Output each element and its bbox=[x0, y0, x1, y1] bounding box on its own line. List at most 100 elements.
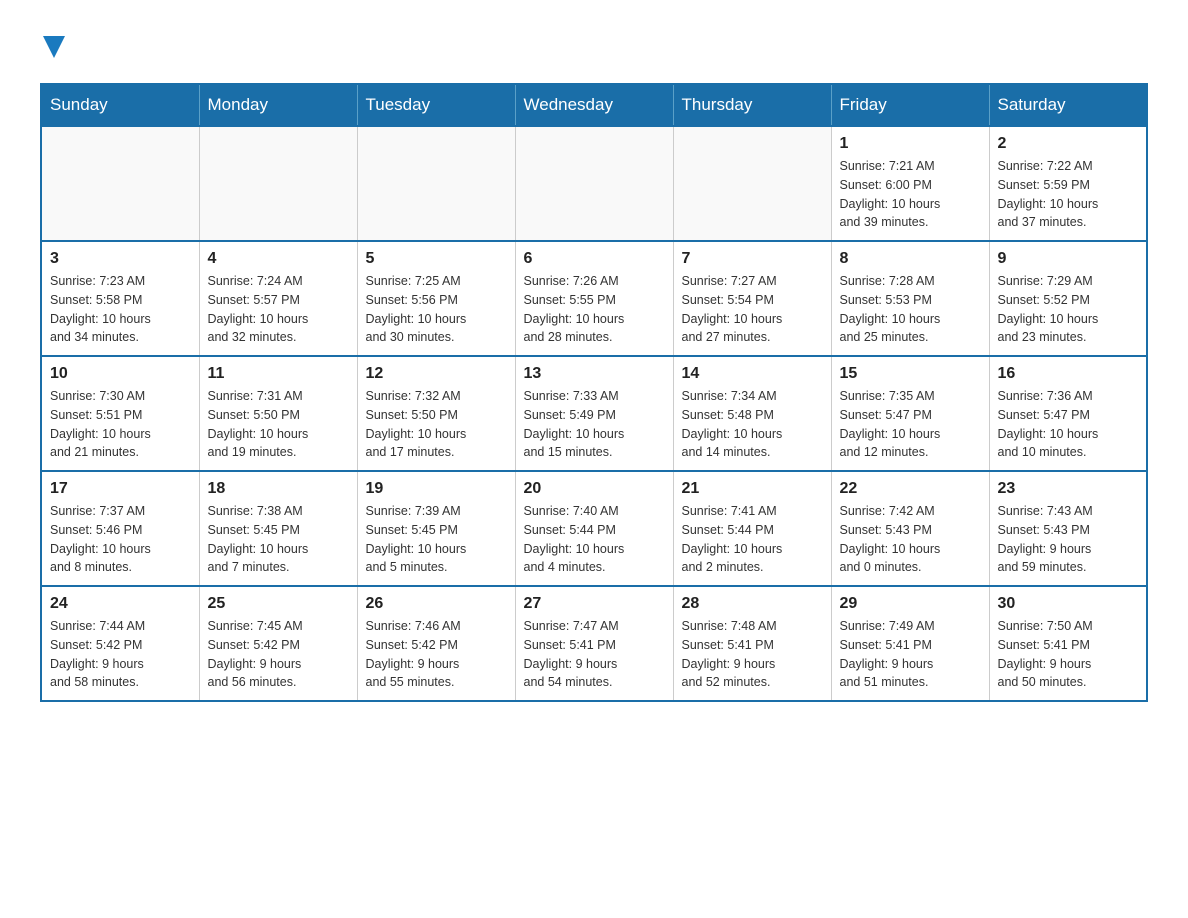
day-info: Sunrise: 7:39 AMSunset: 5:45 PMDaylight:… bbox=[366, 502, 507, 577]
calendar-cell: 30 Sunrise: 7:50 AMSunset: 5:41 PMDayligh… bbox=[989, 586, 1147, 701]
calendar-cell: 18Sunrise: 7:38 AMSunset: 5:45 PMDayligh… bbox=[199, 471, 357, 586]
day-number: 26 bbox=[366, 595, 507, 613]
day-number: 19 bbox=[366, 480, 507, 498]
calendar-cell: 2 Sunrise: 7:22 AMSunset: 5:59 PMDaylight… bbox=[989, 126, 1147, 241]
page-header bbox=[40, 30, 1148, 63]
day-info: Sunrise: 7:21 AMSunset: 6:00 PMDaylight:… bbox=[840, 157, 981, 232]
day-number: 14 bbox=[682, 365, 823, 383]
calendar-cell: 23 Sunrise: 7:43 AMSunset: 5:43 PMDayligh… bbox=[989, 471, 1147, 586]
calendar-cell bbox=[673, 126, 831, 241]
day-number: 17 bbox=[50, 480, 191, 498]
day-info: Sunrise: 7:23 AMSunset: 5:58 PMDaylight:… bbox=[50, 272, 191, 347]
calendar-table: SundayMondayTuesdayWednesdayThursdayFrid… bbox=[40, 83, 1148, 702]
day-number: 20 bbox=[524, 480, 665, 498]
calendar-cell: 5 Sunrise: 7:25 AMSunset: 5:56 PMDaylight… bbox=[357, 241, 515, 356]
day-number: 29 bbox=[840, 595, 981, 613]
calendar-cell: 27 Sunrise: 7:47 AMSunset: 5:41 PMDayligh… bbox=[515, 586, 673, 701]
day-info: Sunrise: 7:32 AMSunset: 5:50 PMDaylight:… bbox=[366, 387, 507, 462]
calendar-cell: 11Sunrise: 7:31 AMSunset: 5:50 PMDayligh… bbox=[199, 356, 357, 471]
day-number: 18 bbox=[208, 480, 349, 498]
day-number: 10 bbox=[50, 365, 191, 383]
day-number: 1 bbox=[840, 135, 981, 153]
day-number: 3 bbox=[50, 250, 191, 268]
day-info: Sunrise: 7:40 AMSunset: 5:44 PMDaylight:… bbox=[524, 502, 665, 577]
calendar-cell: 3 Sunrise: 7:23 AMSunset: 5:58 PMDaylight… bbox=[41, 241, 199, 356]
calendar-cell: 17 Sunrise: 7:37 AMSunset: 5:46 PMDayligh… bbox=[41, 471, 199, 586]
day-info: Sunrise: 7:33 AMSunset: 5:49 PMDaylight:… bbox=[524, 387, 665, 462]
week-row-0: 1 Sunrise: 7:21 AMSunset: 6:00 PMDaylight… bbox=[41, 126, 1147, 241]
calendar-cell: 7 Sunrise: 7:27 AMSunset: 5:54 PMDaylight… bbox=[673, 241, 831, 356]
logo-arrow-icon bbox=[43, 30, 65, 63]
header-thursday: Thursday bbox=[673, 84, 831, 126]
day-number: 5 bbox=[366, 250, 507, 268]
day-number: 22 bbox=[840, 480, 981, 498]
day-info: Sunrise: 7:46 AMSunset: 5:42 PMDaylight:… bbox=[366, 617, 507, 692]
header-sunday: Sunday bbox=[41, 84, 199, 126]
calendar-cell: 19 Sunrise: 7:39 AMSunset: 5:45 PMDayligh… bbox=[357, 471, 515, 586]
day-number: 16 bbox=[998, 365, 1139, 383]
calendar-cell: 4 Sunrise: 7:24 AMSunset: 5:57 PMDaylight… bbox=[199, 241, 357, 356]
header-tuesday: Tuesday bbox=[357, 84, 515, 126]
day-number: 2 bbox=[998, 135, 1139, 153]
day-number: 23 bbox=[998, 480, 1139, 498]
day-number: 21 bbox=[682, 480, 823, 498]
day-number: 4 bbox=[208, 250, 349, 268]
day-info: Sunrise: 7:42 AMSunset: 5:43 PMDaylight:… bbox=[840, 502, 981, 577]
calendar-cell bbox=[199, 126, 357, 241]
logo bbox=[40, 30, 65, 63]
day-info: Sunrise: 7:29 AMSunset: 5:52 PMDaylight:… bbox=[998, 272, 1139, 347]
day-info: Sunrise: 7:41 AMSunset: 5:44 PMDaylight:… bbox=[682, 502, 823, 577]
header-friday: Friday bbox=[831, 84, 989, 126]
day-number: 13 bbox=[524, 365, 665, 383]
day-number: 24 bbox=[50, 595, 191, 613]
header-saturday: Saturday bbox=[989, 84, 1147, 126]
calendar-cell: 16 Sunrise: 7:36 AMSunset: 5:47 PMDayligh… bbox=[989, 356, 1147, 471]
day-info: Sunrise: 7:35 AMSunset: 5:47 PMDaylight:… bbox=[840, 387, 981, 462]
day-info: Sunrise: 7:50 AMSunset: 5:41 PMDaylight:… bbox=[998, 617, 1139, 692]
calendar-cell bbox=[357, 126, 515, 241]
calendar-header-row: SundayMondayTuesdayWednesdayThursdayFrid… bbox=[41, 84, 1147, 126]
calendar-cell: 8Sunrise: 7:28 AMSunset: 5:53 PMDaylight… bbox=[831, 241, 989, 356]
calendar-cell: 1 Sunrise: 7:21 AMSunset: 6:00 PMDaylight… bbox=[831, 126, 989, 241]
day-number: 28 bbox=[682, 595, 823, 613]
day-number: 9 bbox=[998, 250, 1139, 268]
calendar-cell: 26 Sunrise: 7:46 AMSunset: 5:42 PMDayligh… bbox=[357, 586, 515, 701]
calendar-cell: 9 Sunrise: 7:29 AMSunset: 5:52 PMDaylight… bbox=[989, 241, 1147, 356]
day-info: Sunrise: 7:47 AMSunset: 5:41 PMDaylight:… bbox=[524, 617, 665, 692]
week-row-3: 17 Sunrise: 7:37 AMSunset: 5:46 PMDayligh… bbox=[41, 471, 1147, 586]
day-info: Sunrise: 7:36 AMSunset: 5:47 PMDaylight:… bbox=[998, 387, 1139, 462]
calendar-cell: 14 Sunrise: 7:34 AMSunset: 5:48 PMDayligh… bbox=[673, 356, 831, 471]
day-number: 15 bbox=[840, 365, 981, 383]
day-info: Sunrise: 7:30 AMSunset: 5:51 PMDaylight:… bbox=[50, 387, 191, 462]
calendar-cell: 13 Sunrise: 7:33 AMSunset: 5:49 PMDayligh… bbox=[515, 356, 673, 471]
day-number: 27 bbox=[524, 595, 665, 613]
day-info: Sunrise: 7:24 AMSunset: 5:57 PMDaylight:… bbox=[208, 272, 349, 347]
day-info: Sunrise: 7:22 AMSunset: 5:59 PMDaylight:… bbox=[998, 157, 1139, 232]
header-monday: Monday bbox=[199, 84, 357, 126]
calendar-cell: 25 Sunrise: 7:45 AMSunset: 5:42 PMDayligh… bbox=[199, 586, 357, 701]
calendar-cell: 22 Sunrise: 7:42 AMSunset: 5:43 PMDayligh… bbox=[831, 471, 989, 586]
day-info: Sunrise: 7:34 AMSunset: 5:48 PMDaylight:… bbox=[682, 387, 823, 462]
calendar-cell bbox=[515, 126, 673, 241]
day-number: 30 bbox=[998, 595, 1139, 613]
calendar-cell: 15 Sunrise: 7:35 AMSunset: 5:47 PMDayligh… bbox=[831, 356, 989, 471]
day-info: Sunrise: 7:25 AMSunset: 5:56 PMDaylight:… bbox=[366, 272, 507, 347]
day-info: Sunrise: 7:31 AMSunset: 5:50 PMDaylight:… bbox=[208, 387, 349, 462]
week-row-1: 3 Sunrise: 7:23 AMSunset: 5:58 PMDaylight… bbox=[41, 241, 1147, 356]
calendar-cell: 29 Sunrise: 7:49 AMSunset: 5:41 PMDayligh… bbox=[831, 586, 989, 701]
week-row-4: 24 Sunrise: 7:44 AMSunset: 5:42 PMDayligh… bbox=[41, 586, 1147, 701]
day-info: Sunrise: 7:43 AMSunset: 5:43 PMDaylight:… bbox=[998, 502, 1139, 577]
calendar-cell: 10 Sunrise: 7:30 AMSunset: 5:51 PMDayligh… bbox=[41, 356, 199, 471]
day-info: Sunrise: 7:44 AMSunset: 5:42 PMDaylight:… bbox=[50, 617, 191, 692]
day-info: Sunrise: 7:28 AMSunset: 5:53 PMDaylight:… bbox=[840, 272, 981, 347]
header-wednesday: Wednesday bbox=[515, 84, 673, 126]
day-info: Sunrise: 7:27 AMSunset: 5:54 PMDaylight:… bbox=[682, 272, 823, 347]
day-info: Sunrise: 7:49 AMSunset: 5:41 PMDaylight:… bbox=[840, 617, 981, 692]
day-number: 6 bbox=[524, 250, 665, 268]
day-info: Sunrise: 7:37 AMSunset: 5:46 PMDaylight:… bbox=[50, 502, 191, 577]
day-number: 25 bbox=[208, 595, 349, 613]
day-info: Sunrise: 7:45 AMSunset: 5:42 PMDaylight:… bbox=[208, 617, 349, 692]
calendar-cell: 21 Sunrise: 7:41 AMSunset: 5:44 PMDayligh… bbox=[673, 471, 831, 586]
calendar-cell: 28Sunrise: 7:48 AMSunset: 5:41 PMDayligh… bbox=[673, 586, 831, 701]
day-number: 7 bbox=[682, 250, 823, 268]
